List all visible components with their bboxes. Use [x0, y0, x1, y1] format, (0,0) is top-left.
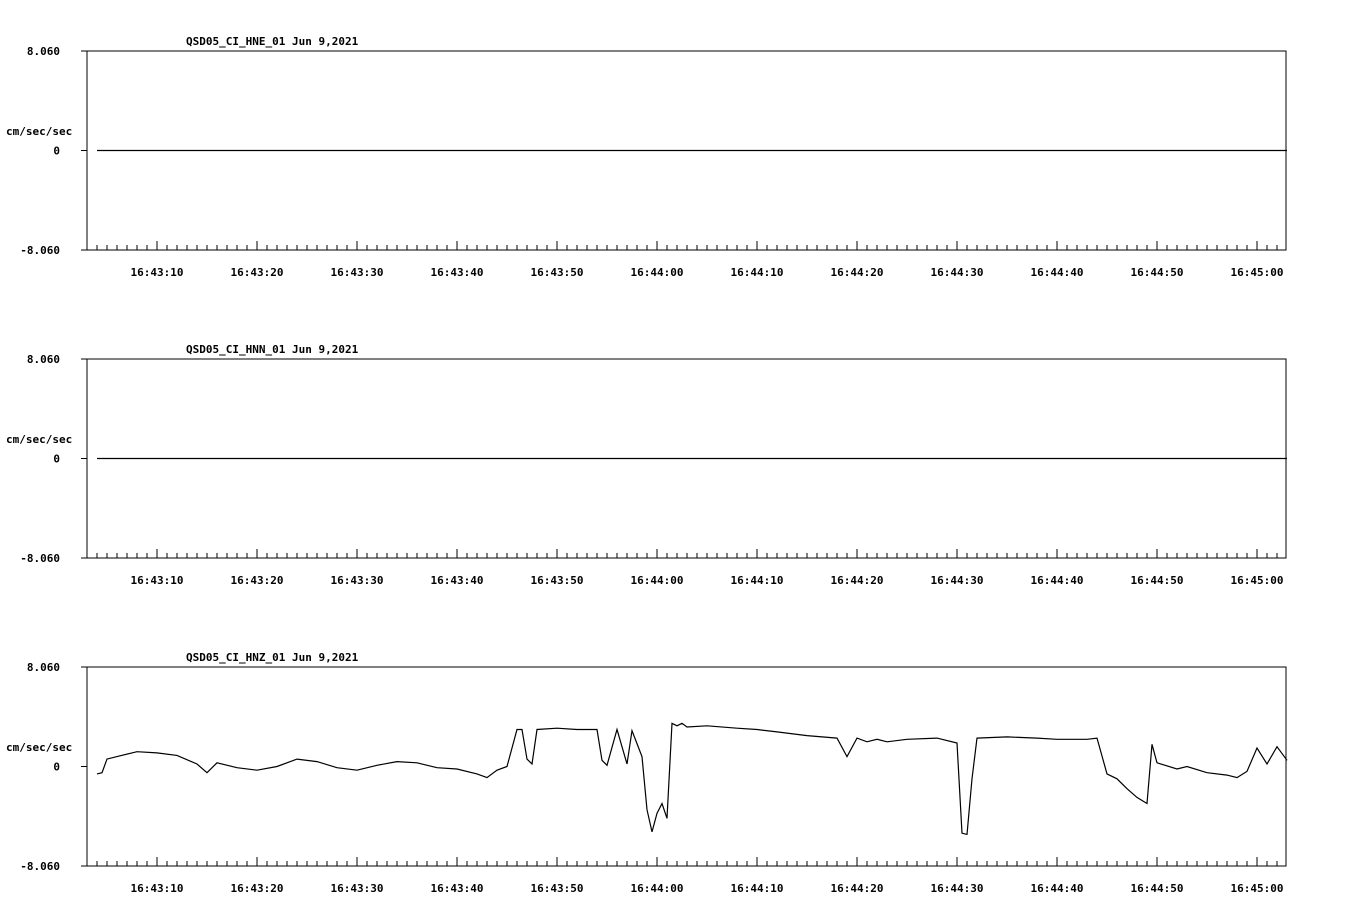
y-tick-label: 0	[53, 761, 60, 774]
seismogram-figure: QSD05_CI_HNE_01 Jun 9,2021 8.060 0 -8.060 cm…	[6, 35, 1288, 895]
x-tick-label: 16:44:40	[1031, 882, 1084, 895]
y-axis-label: cm/sec/sec	[6, 741, 72, 754]
x-tick-label: 16:43:40	[431, 574, 484, 587]
x-tick-label: 16:45:00	[1231, 574, 1284, 587]
x-tick-label: 16:45:00	[1231, 882, 1284, 895]
x-tick-label: 16:44:10	[731, 574, 784, 587]
x-tick-label: 16:44:20	[831, 574, 884, 587]
x-tick-label: 16:43:50	[531, 574, 584, 587]
x-tick-label: 16:44:10	[731, 882, 784, 895]
x-tick-label: 16:44:20	[831, 266, 884, 279]
x-tick-label: 16:43:40	[431, 882, 484, 895]
x-tick-label: 16:43:20	[231, 574, 284, 587]
y-tick-label: 8.060	[27, 661, 60, 674]
x-tick-label: 16:43:50	[531, 882, 584, 895]
x-tick-label: 16:43:10	[131, 574, 184, 587]
x-tick-label: 16:44:50	[1131, 574, 1184, 587]
y-tick-label: 0	[53, 145, 60, 158]
x-tick-label: 16:44:30	[931, 882, 984, 895]
x-tick-label: 16:43:20	[231, 266, 284, 279]
x-tick-label: 16:43:30	[331, 574, 384, 587]
panel-title: QSD05_CI_HNZ_01 Jun 9,2021	[186, 651, 359, 664]
x-tick-label: 16:44:00	[631, 574, 684, 587]
y-tick-label: 8.060	[27, 353, 60, 366]
y-axis-label: cm/sec/sec	[6, 125, 72, 138]
y-tick-label: 0	[53, 453, 60, 466]
x-tick-label: 16:44:40	[1031, 266, 1084, 279]
series-line	[96, 722, 1288, 836]
y-axis-label: cm/sec/sec	[6, 433, 72, 446]
x-tick-label: 16:44:30	[931, 574, 984, 587]
x-tick-label: 16:44:00	[631, 266, 684, 279]
panel-title: QSD05_CI_HNE_01 Jun 9,2021	[186, 35, 359, 48]
y-tick-label: -8.060	[20, 244, 60, 257]
x-tick-label: 16:44:50	[1131, 266, 1184, 279]
x-tick-label: 16:43:20	[231, 882, 284, 895]
x-tick-label: 16:43:10	[131, 266, 184, 279]
x-tick-label: 16:43:40	[431, 266, 484, 279]
x-tick-label: 16:44:20	[831, 882, 884, 895]
x-tick-label: 16:44:00	[631, 882, 684, 895]
x-tick-label: 16:44:10	[731, 266, 784, 279]
panel-title: QSD05_CI_HNN_01 Jun 9,2021	[186, 343, 359, 356]
plot-frame	[86, 666, 1287, 867]
x-tick-label: 16:43:30	[331, 882, 384, 895]
x-tick-label: 16:44:50	[1131, 882, 1184, 895]
y-tick-label: -8.060	[20, 860, 60, 873]
x-tick-label: 16:45:00	[1231, 266, 1284, 279]
x-tick-label: 16:44:40	[1031, 574, 1084, 587]
x-tick-label: 16:43:50	[531, 266, 584, 279]
y-tick-label: -8.060	[20, 552, 60, 565]
x-tick-label: 16:43:30	[331, 266, 384, 279]
y-tick-label: 8.060	[27, 45, 60, 58]
x-tick-label: 16:43:10	[131, 882, 184, 895]
x-tick-label: 16:44:30	[931, 266, 984, 279]
